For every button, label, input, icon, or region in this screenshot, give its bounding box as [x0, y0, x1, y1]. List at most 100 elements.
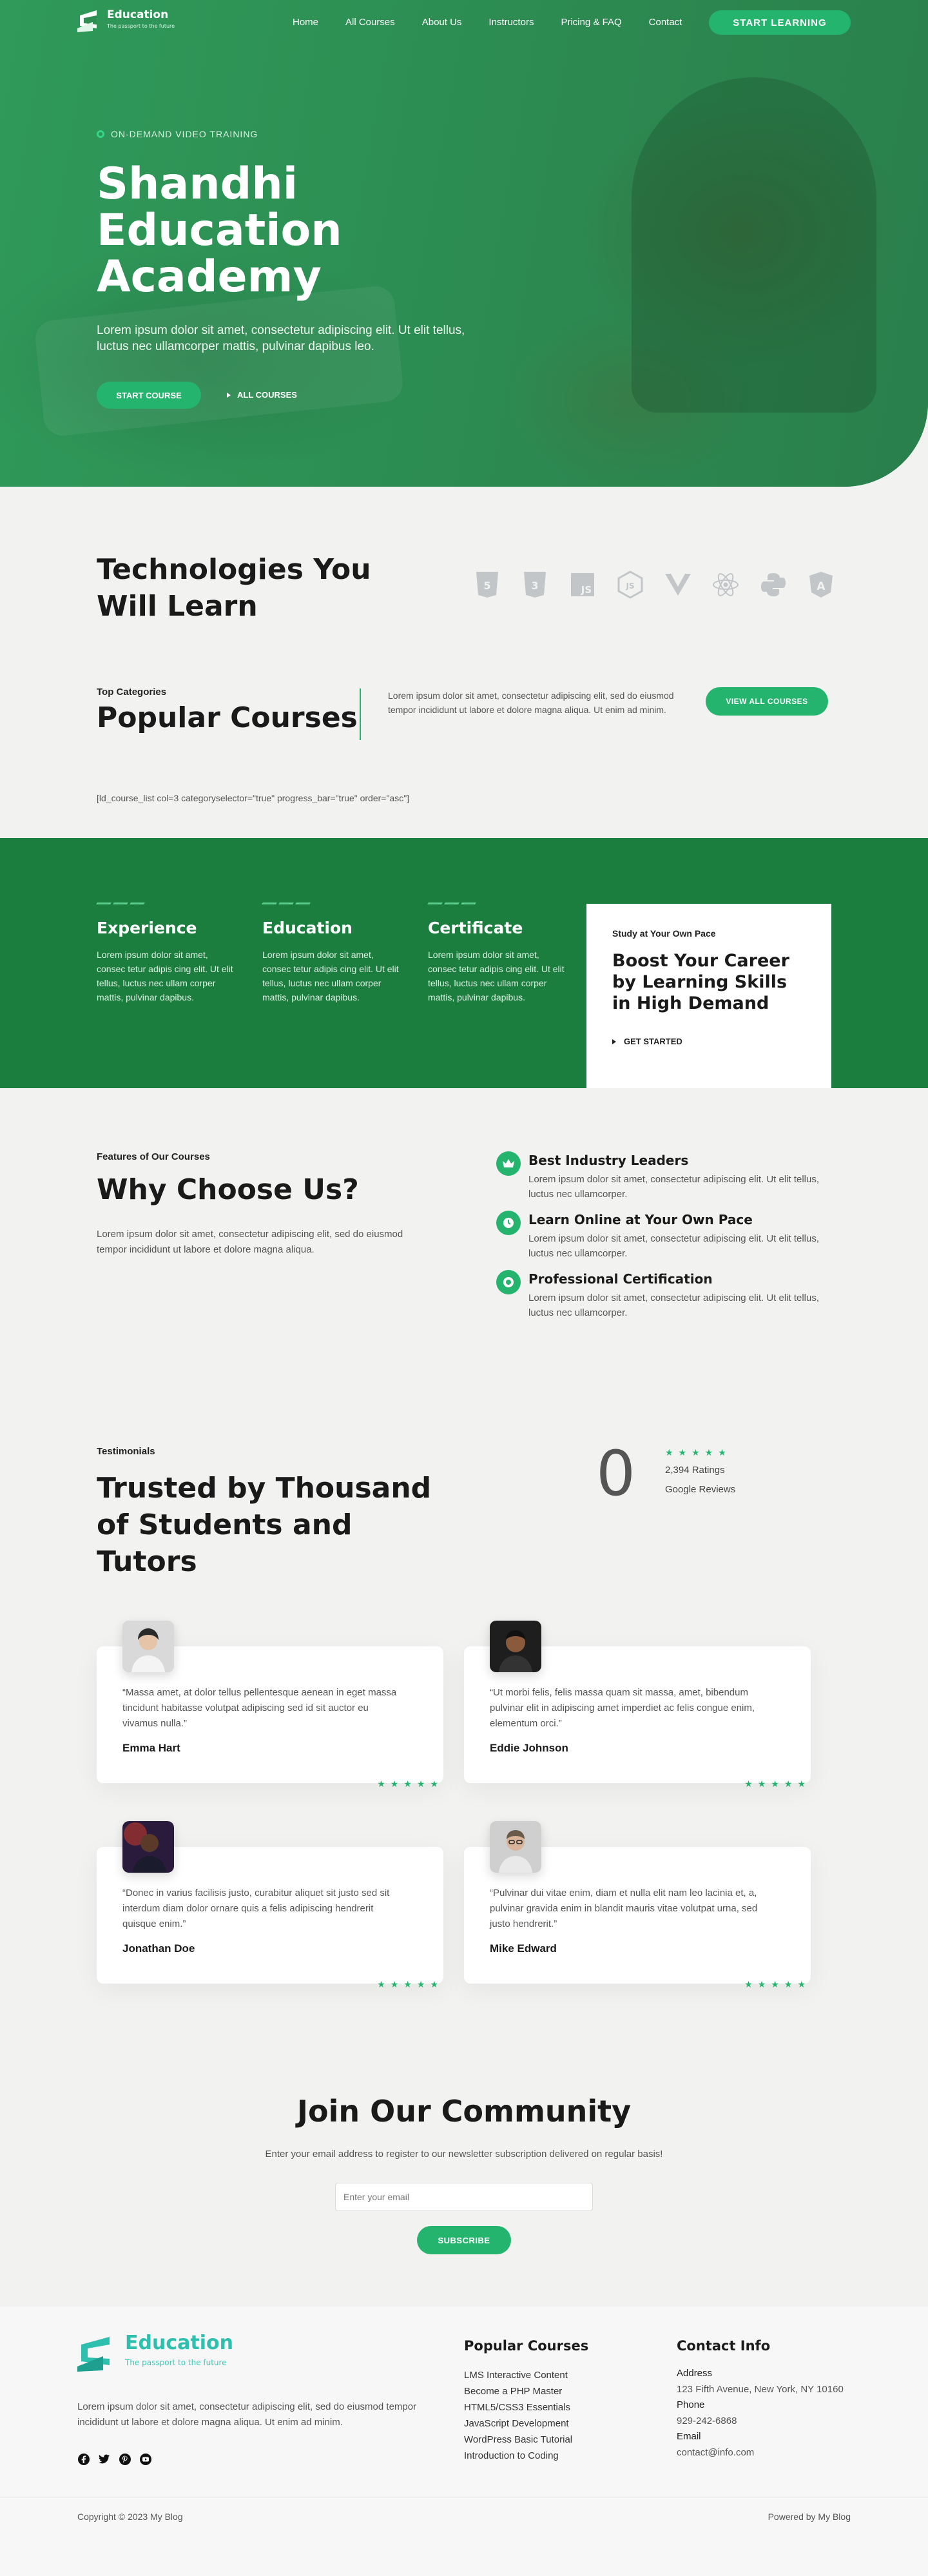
avatar [122, 1621, 174, 1672]
dashes-icon [262, 903, 404, 904]
footer-course-link[interactable]: Introduction to Coding [464, 2448, 572, 2464]
clock-icon [496, 1211, 521, 1235]
javascript-icon: JS [569, 571, 596, 599]
hero-section: ON-DEMAND VIDEO TRAINING Shandhi Educati… [0, 0, 928, 487]
start-learning-button[interactable]: START LEARNING [709, 10, 851, 35]
youtube-icon[interactable] [139, 2453, 152, 2466]
footer-logo-text: Education The passport to the future [125, 2334, 233, 2372]
feature-text: Lorem ipsum dolor sit amet, consec tetur… [428, 950, 565, 1002]
footer-course-link[interactable]: JavaScript Development [464, 2415, 572, 2432]
categories-divider [360, 688, 361, 740]
vuejs-icon [664, 571, 691, 599]
html5-icon: 5 [474, 571, 501, 599]
footer-course-link[interactable]: HTML5/CSS3 Essentials [464, 2399, 572, 2415]
why-item-title: Best Industry Leaders [528, 1153, 689, 1168]
logo-text: Education The passport to the future [107, 9, 175, 32]
testimonial-name: Mike Edward [490, 1942, 557, 1955]
boost-title: Boost Your Career by Learning Skills in … [612, 951, 789, 1013]
address-label: Address [677, 2368, 713, 2379]
get-started-link[interactable]: GET STARTED [612, 1037, 806, 1046]
nav-item-pricing-faq[interactable]: Pricing & FAQ [561, 17, 621, 28]
email-field[interactable] [335, 2183, 593, 2211]
email-label: Email [677, 2431, 701, 2442]
main-nav: Home All Courses About Us Instructors Pr… [293, 17, 709, 28]
logo-name: Education [107, 8, 169, 21]
nav-item-all-courses[interactable]: All Courses [345, 17, 395, 28]
testimonial-stars-icon: ★★★★★ [744, 1779, 811, 1789]
testimonial-stars-icon: ★★★★★ [377, 1779, 443, 1789]
categories-description: Lorem ipsum dolor sit amet, consectetur … [388, 690, 674, 715]
get-started-label: GET STARTED [624, 1037, 682, 1046]
nav-item-about-us[interactable]: About Us [422, 17, 462, 28]
footer-course-link[interactable]: LMS Interactive Content [464, 2367, 572, 2383]
play-icon [612, 1039, 616, 1044]
phone-value[interactable]: 929-242-6868 [677, 2413, 844, 2429]
nav-item-contact[interactable]: Contact [649, 17, 682, 28]
angular-icon: A [807, 571, 835, 599]
hero-title: Shandhi Education Academy [97, 159, 342, 302]
feature-certificate: Certificate Lorem ipsum dolor sit amet, … [427, 903, 570, 1004]
twitter-icon[interactable] [98, 2453, 111, 2466]
testimonials-label: Testimonials [97, 1446, 155, 1457]
svg-text:A: A [817, 580, 826, 593]
ratings-source: Google Reviews [665, 1484, 736, 1495]
svg-text:JS: JS [581, 584, 592, 596]
css3-icon: 3 [521, 571, 548, 599]
nav-item-home[interactable]: Home [293, 17, 318, 28]
testimonial-quote: “Ut morbi felis, felis massa quam sit ma… [490, 1687, 755, 1729]
powered-by-text: Powered by My Blog [768, 2512, 851, 2522]
why-description: Lorem ipsum dolor sit amet, consectetur … [97, 1229, 403, 1255]
why-item-title: Professional Certification [528, 1271, 713, 1287]
feature-education: Education Lorem ipsum dolor sit amet, co… [262, 903, 404, 1004]
footer-logo[interactable]: Education The passport to the future [77, 2334, 233, 2372]
footer-course-link[interactable]: WordPress Basic Tutorial [464, 2432, 572, 2448]
all-courses-link[interactable]: ALL COURSES [227, 390, 297, 400]
testimonial-quote: “Massa amet, at dolor tellus pellentesqu… [122, 1687, 397, 1729]
social-links [77, 2453, 152, 2466]
categories-label: Top Categories [97, 687, 167, 698]
footer-logo-tagline: The passport to the future [125, 2358, 227, 2367]
dashes-icon [427, 903, 570, 904]
hero-description: Lorem ipsum dolor sit amet, consectetur … [97, 324, 465, 353]
nav-item-instructors[interactable]: Instructors [488, 17, 534, 28]
feature-text: Lorem ipsum dolor sit amet, consec tetur… [262, 950, 399, 1002]
subscribe-button[interactable]: SUBSCRIBE [417, 2226, 511, 2254]
view-all-courses-button[interactable]: VIEW ALL COURSES [706, 687, 828, 716]
technologies-title: Technologies You Will Learn [97, 553, 371, 623]
feature-title: Education [262, 919, 353, 937]
hero-eyebrow-text: ON-DEMAND VIDEO TRAINING [111, 129, 258, 139]
copyright-text: Copyright © 2023 My Blog [77, 2512, 183, 2522]
testimonial-name: Jonathan Doe [122, 1942, 195, 1955]
hero-eyebrow: ON-DEMAND VIDEO TRAINING [97, 129, 258, 139]
pinterest-icon[interactable] [119, 2453, 131, 2466]
avatar [490, 1821, 541, 1873]
course-list-shortcode: [ld_course_list col=3 categoryselector="… [97, 793, 410, 803]
why-item-text: Lorem ipsum dolor sit amet, consectetur … [528, 1293, 820, 1318]
circle-icon [97, 130, 104, 138]
footer-courses-list: LMS Interactive Content Become a PHP Mas… [464, 2367, 572, 2464]
crown-icon [496, 1151, 521, 1176]
why-item-text: Lorem ipsum dolor sit amet, consectetur … [528, 1174, 820, 1200]
svg-text:JS: JS [625, 581, 634, 590]
logo-tagline: The passport to the future [107, 23, 175, 29]
site-header: Education The passport to the future Hom… [0, 0, 928, 45]
feature-title: Certificate [428, 919, 523, 937]
testimonial-name: Emma Hart [122, 1742, 180, 1754]
site-logo[interactable]: Education The passport to the future [77, 9, 175, 32]
svg-text:3: 3 [531, 580, 538, 592]
footer-course-link[interactable]: Become a PHP Master [464, 2383, 572, 2399]
react-icon [712, 571, 739, 599]
facebook-icon[interactable] [77, 2453, 90, 2466]
why-label: Features of Our Courses [97, 1151, 210, 1162]
start-course-button[interactable]: START COURSE [97, 382, 201, 409]
community-description: Enter your email address to register to … [265, 2149, 663, 2160]
community-title: Join Our Community [296, 2094, 632, 2129]
dashes-icon [96, 903, 238, 904]
hero-image-figure [632, 77, 876, 413]
technology-icons: 5 3 JS JS A [474, 571, 835, 599]
all-courses-label: ALL COURSES [237, 390, 297, 400]
python-icon [760, 571, 787, 599]
email-value[interactable]: contact@info.com [677, 2444, 844, 2461]
ratings-count: 2,394 Ratings [665, 1465, 725, 1476]
avatar [122, 1821, 174, 1873]
